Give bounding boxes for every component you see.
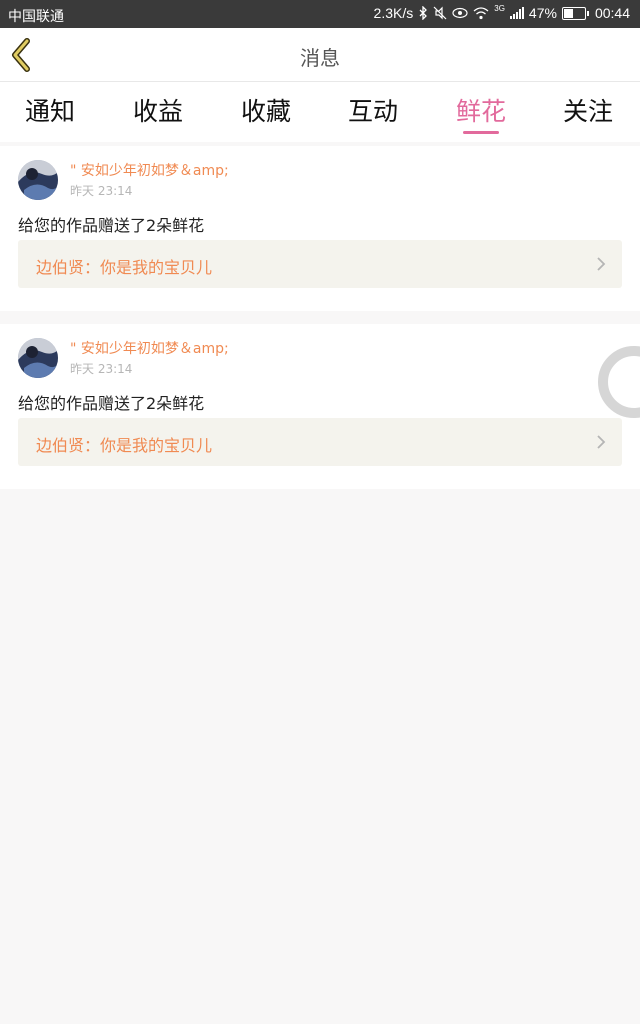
network-speed: 2.3K/s [373, 5, 414, 21]
tab-following[interactable]: 关注 [538, 92, 638, 128]
chevron-right-icon [597, 257, 606, 271]
mute-icon [433, 6, 447, 20]
bluetooth-icon [419, 6, 428, 20]
message-time: 昨天 23:14 [70, 184, 133, 198]
tab-favorites[interactable]: 收藏 [216, 92, 316, 128]
wifi-icon [473, 6, 489, 19]
avatar-image [18, 160, 58, 200]
tab-earnings[interactable]: 收益 [108, 92, 208, 128]
network-type-label: 3G [494, 3, 505, 13]
battery-icon [561, 6, 589, 20]
work-title: 边伯贤：你是我的宝贝儿 [36, 436, 213, 455]
status-bar: 中国联通 2.3K/s 3G 47% 00:44 [0, 0, 640, 28]
active-tab-indicator [463, 131, 499, 134]
tab-interactions[interactable]: 互动 [323, 92, 423, 128]
eye-icon [452, 7, 468, 19]
status-icons: 2.3K/s 3G 47% 00:44 [373, 3, 630, 22]
avatar[interactable] [18, 338, 58, 378]
battery-percent: 47% [528, 5, 557, 21]
tab-bar: 通知 收益 收藏 互动 鲜花 关注 [0, 82, 640, 142]
battery-level-fill [563, 8, 574, 18]
clock: 00:44 [594, 5, 630, 21]
header-bar: 消息 [0, 28, 640, 82]
page-title: 消息 [300, 46, 340, 70]
message-item: " 安如少年初如梦＆amp; 昨天 23:14 给您的作品赠送了2朵鲜花 边伯贤… [0, 146, 640, 311]
work-link[interactable]: 边伯贤：你是我的宝贝儿 [18, 240, 622, 288]
work-link[interactable]: 边伯贤：你是我的宝贝儿 [18, 418, 622, 466]
message-item: " 安如少年初如梦＆amp; 昨天 23:14 给您的作品赠送了2朵鲜花 边伯贤… [0, 324, 640, 489]
avatar[interactable] [18, 160, 58, 200]
message-text: 给您的作品赠送了2朵鲜花 [18, 216, 205, 235]
message-text: 给您的作品赠送了2朵鲜花 [18, 394, 205, 413]
message-time: 昨天 23:14 [70, 362, 133, 376]
username[interactable]: " 安如少年初如梦＆amp; [70, 160, 229, 180]
work-title: 边伯贤：你是我的宝贝儿 [36, 258, 213, 277]
tab-notifications[interactable]: 通知 [0, 92, 100, 128]
avatar-image [18, 338, 58, 378]
carrier-name: 中国联通 [8, 8, 64, 24]
username[interactable]: " 安如少年初如梦＆amp; [70, 338, 229, 358]
signal-icon [509, 7, 524, 19]
chevron-right-icon [597, 435, 606, 449]
tab-flowers[interactable]: 鲜花 [431, 92, 531, 128]
